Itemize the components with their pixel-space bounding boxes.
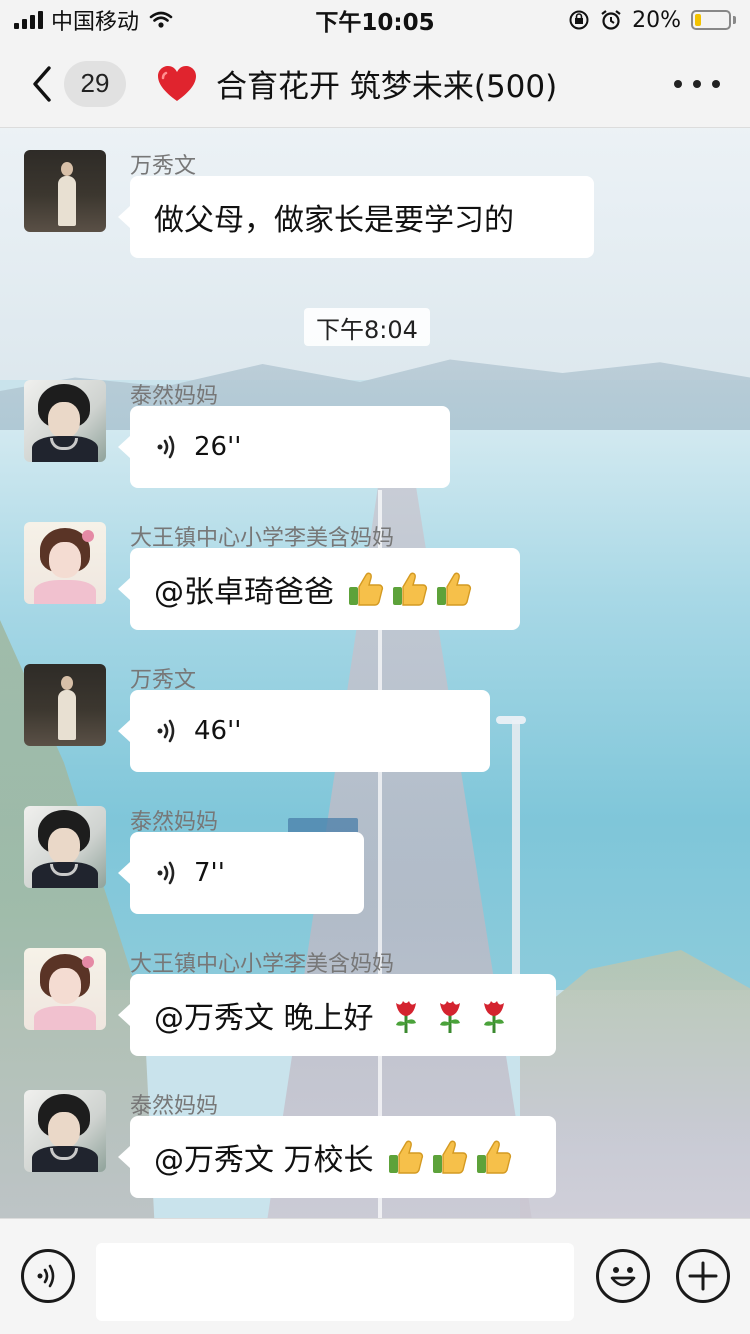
voice-message-bubble[interactable]: 7''	[118, 832, 364, 914]
message-item: 泰然妈妈 26''	[0, 378, 750, 488]
message-item: 大王镇中心小学李美含妈妈 @张卓琦爸爸	[0, 520, 750, 630]
message-item: 泰然妈妈 7''	[0, 804, 750, 914]
message-item: 万秀文 做父母，做家长是要学习的	[0, 148, 750, 258]
wifi-icon	[149, 11, 173, 28]
message-item: 万秀文 46''	[0, 662, 750, 772]
heart-icon	[156, 63, 198, 105]
back-button[interactable]	[22, 40, 62, 128]
avatar[interactable]	[24, 948, 106, 1030]
emoji-smile-icon	[610, 1267, 636, 1287]
avatar[interactable]	[24, 150, 106, 232]
thumbs-up-emoji-icon	[346, 569, 386, 609]
avatar[interactable]	[24, 664, 106, 746]
voice-input-button[interactable]	[21, 1249, 75, 1303]
avatar[interactable]	[24, 806, 106, 888]
message-bubble[interactable]: @张卓琦爸爸	[118, 548, 520, 630]
message-item: 泰然妈妈 @万秀文 万校长	[0, 1088, 750, 1198]
alarm-icon	[601, 10, 621, 30]
chat-header: 29 合育花开 筑梦未来(500)	[0, 40, 750, 128]
message-text: @万秀文 万校长	[154, 1143, 374, 1178]
time-divider: 下午8:04	[304, 308, 430, 346]
more-button[interactable]	[674, 64, 720, 104]
avatar[interactable]	[24, 380, 106, 462]
message-text: @万秀文 晚上好	[154, 1001, 374, 1036]
message-list[interactable]: 万秀文 做父母，做家长是要学习的 下午8:04 泰然妈妈 26'' 大王镇中心小…	[0, 128, 750, 1218]
voice-wave-icon	[157, 435, 175, 459]
voice-message-bubble[interactable]: 46''	[118, 690, 490, 772]
thumbs-up-emoji-icon	[390, 569, 430, 609]
battery-percent: 20%	[632, 7, 681, 33]
input-bar	[0, 1218, 750, 1334]
plus-circle-icon	[688, 1261, 718, 1291]
voice-message-bubble[interactable]: 26''	[118, 406, 450, 488]
rose-emoji-icon	[386, 995, 426, 1035]
back-chevron-icon	[33, 65, 51, 102]
rotation-lock-icon	[569, 10, 589, 30]
group-title: 合育花开 筑梦未来(500)	[216, 69, 558, 105]
avatar[interactable]	[24, 522, 106, 604]
message-bubble[interactable]: @万秀文 万校长	[118, 1116, 556, 1198]
status-bar: 中国移动 下午10:05 20%	[0, 0, 750, 40]
voice-input-icon	[37, 1264, 55, 1288]
message-bubble[interactable]: @万秀文 晚上好	[118, 974, 556, 1056]
rose-emoji-icon	[430, 995, 470, 1035]
message-bubble[interactable]: 做父母，做家长是要学习的	[118, 176, 594, 258]
voice-duration: 26''	[194, 432, 242, 462]
message-input[interactable]	[96, 1243, 574, 1321]
message-text: 做父母，做家长是要学习的	[154, 203, 514, 238]
thumbs-up-emoji-icon	[434, 569, 474, 609]
emoji-button[interactable]	[596, 1249, 650, 1303]
battery-icon	[691, 10, 736, 30]
message-item: 大王镇中心小学李美含妈妈 @万秀文 晚上好	[0, 946, 750, 1056]
carrier-name: 中国移动	[51, 10, 140, 35]
more-functions-button[interactable]	[676, 1249, 730, 1303]
thumbs-up-emoji-icon	[430, 1137, 470, 1177]
thumbs-up-emoji-icon	[386, 1137, 426, 1177]
avatar[interactable]	[24, 1090, 106, 1172]
rose-emoji-icon	[474, 995, 514, 1035]
voice-duration: 46''	[194, 716, 242, 746]
more-dots-icon	[674, 79, 682, 88]
voice-wave-icon	[157, 861, 175, 885]
signal-icon	[14, 11, 43, 29]
thumbs-up-emoji-icon	[474, 1137, 514, 1177]
voice-duration: 7''	[194, 858, 225, 888]
unread-count-badge[interactable]: 29	[64, 60, 126, 107]
message-text: @张卓琦爸爸	[154, 575, 334, 610]
voice-wave-icon	[157, 719, 175, 743]
